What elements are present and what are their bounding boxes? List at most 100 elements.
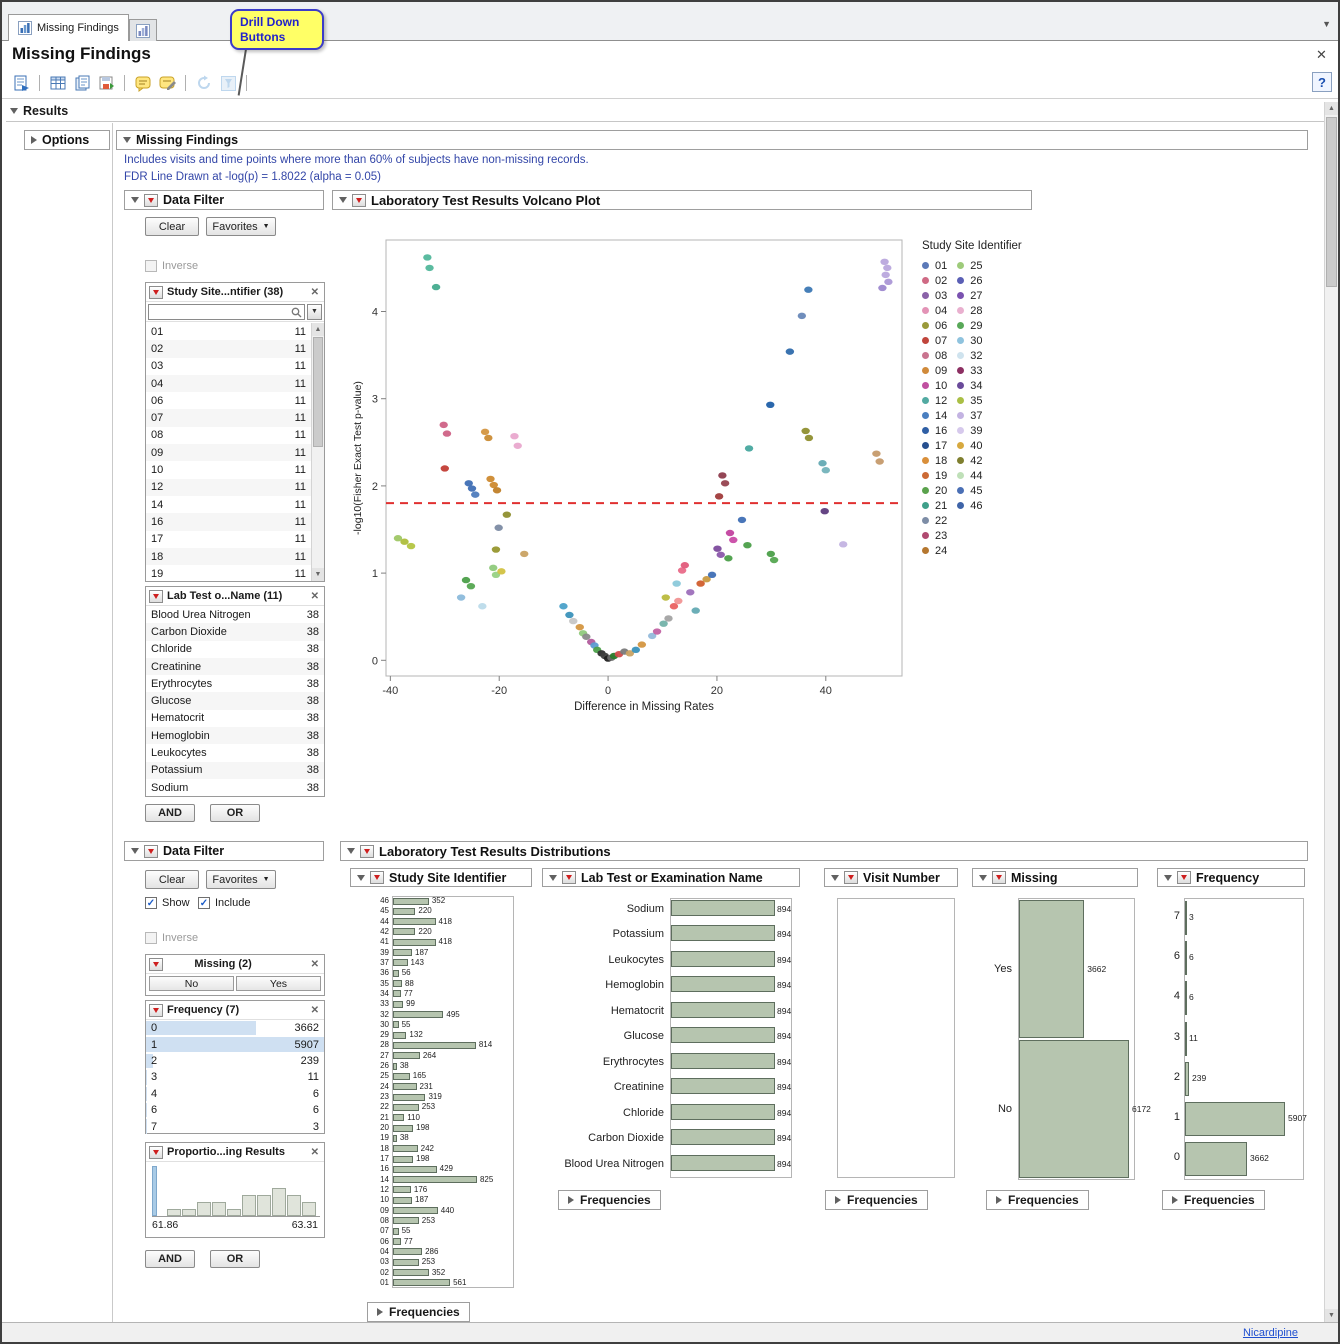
histogram-bar[interactable]: [242, 1195, 256, 1216]
histogram-bar[interactable]: [212, 1202, 226, 1216]
bar[interactable]: [393, 1052, 420, 1059]
disclosure-closed-icon[interactable]: [835, 1196, 841, 1204]
data-point[interactable]: [798, 313, 806, 319]
data-point[interactable]: [880, 259, 888, 265]
drill-down-refresh-icon[interactable]: [195, 74, 213, 92]
bar[interactable]: [393, 1021, 399, 1028]
site-list-scrollbar[interactable]: ▲ ▼: [311, 323, 324, 581]
menu-icon[interactable]: [1177, 871, 1191, 884]
data-point[interactable]: [441, 465, 449, 471]
favorites-dropdown[interactable]: Favorites ▼: [206, 870, 276, 889]
bar[interactable]: [393, 1207, 438, 1214]
and-button[interactable]: AND: [145, 1250, 195, 1268]
bar[interactable]: [671, 900, 775, 916]
histogram-bar[interactable]: [302, 1202, 316, 1216]
journal-icon[interactable]: [73, 74, 91, 92]
legend-entry[interactable]: 37: [957, 408, 982, 423]
data-point[interactable]: [486, 476, 494, 482]
legend-entry[interactable]: 34: [957, 378, 982, 393]
data-point[interactable]: [514, 443, 522, 449]
bar[interactable]: [671, 1078, 775, 1094]
legend-entry[interactable]: 24: [922, 543, 947, 558]
window-scrollbar[interactable]: ▲ ▼: [1324, 102, 1338, 1322]
legend-entry[interactable]: 33: [957, 363, 982, 378]
bar[interactable]: [1185, 981, 1187, 1015]
legend-entry[interactable]: 26: [957, 273, 982, 288]
legend-entry[interactable]: 35: [957, 393, 982, 408]
dist-site-header[interactable]: Study Site Identifier: [350, 868, 532, 887]
disclosure-open-icon[interactable]: [357, 875, 365, 881]
bar[interactable]: [1185, 1022, 1187, 1056]
data-point[interactable]: [770, 557, 778, 563]
data-point[interactable]: [467, 583, 475, 589]
data-point[interactable]: [721, 480, 729, 486]
bar[interactable]: [393, 1001, 403, 1008]
legend-entry[interactable]: 29: [957, 318, 982, 333]
filter-list-row[interactable]: Hemoglobin38: [146, 727, 324, 744]
site-search-input[interactable]: [148, 304, 305, 320]
results-outline-header[interactable]: Results: [6, 101, 1326, 122]
search-options-dropdown[interactable]: ▼: [307, 304, 322, 320]
close-icon[interactable]: ✕: [1316, 47, 1327, 63]
disclosure-open-icon[interactable]: [131, 848, 139, 854]
legend-entry[interactable]: 04: [922, 303, 947, 318]
bar[interactable]: [393, 990, 401, 997]
legend-entry[interactable]: 21: [922, 498, 947, 513]
proportion-histogram[interactable]: [152, 1165, 320, 1217]
note-icon[interactable]: [134, 74, 152, 92]
include-checkbox[interactable]: [198, 897, 210, 909]
data-point[interactable]: [726, 530, 734, 536]
menu-icon[interactable]: [370, 871, 384, 884]
data-point[interactable]: [664, 615, 672, 621]
data-point[interactable]: [423, 254, 431, 260]
data-point[interactable]: [767, 551, 775, 557]
legend-entry[interactable]: 16: [922, 423, 947, 438]
data-point[interactable]: [839, 541, 847, 547]
filter-list-row[interactable]: Potassium38: [146, 762, 324, 779]
menu-icon[interactable]: [149, 958, 163, 971]
lab-distribution-chart[interactable]: Sodium894Potassium894Leukocytes894Hemogl…: [558, 898, 794, 1180]
filter-list-row[interactable]: 66: [146, 1102, 324, 1118]
legend-entry[interactable]: 10: [922, 378, 947, 393]
data-point[interactable]: [484, 435, 492, 441]
data-point[interactable]: [672, 580, 680, 586]
filter-list-row[interactable]: 0811: [146, 427, 311, 444]
bar[interactable]: [393, 1042, 476, 1049]
inverse-checkbox[interactable]: [145, 932, 157, 944]
filter-list-row[interactable]: 15907: [146, 1036, 324, 1052]
data-point[interactable]: [432, 284, 440, 290]
bar[interactable]: [393, 1094, 425, 1101]
scroll-up-icon[interactable]: ▲: [1325, 102, 1338, 115]
histogram-bar[interactable]: [167, 1209, 181, 1216]
data-point[interactable]: [801, 428, 809, 434]
bar[interactable]: [393, 949, 412, 956]
data-point[interactable]: [462, 577, 470, 583]
menu-icon[interactable]: [144, 194, 158, 207]
data-point[interactable]: [805, 435, 813, 441]
data-point[interactable]: [659, 620, 667, 626]
filter-list-row[interactable]: Blood Urea Nitrogen38: [146, 606, 324, 623]
bar[interactable]: [393, 1176, 477, 1183]
bar[interactable]: [393, 908, 415, 915]
bar[interactable]: [393, 1104, 419, 1111]
disclosure-closed-icon[interactable]: [31, 136, 37, 144]
data-point[interactable]: [559, 603, 567, 609]
menu-icon[interactable]: [149, 590, 163, 603]
remove-filter-icon[interactable]: ✕: [311, 1147, 321, 1158]
data-point[interactable]: [471, 491, 479, 497]
volcano-plot-header[interactable]: Laboratory Test Results Volcano Plot: [332, 190, 1032, 210]
scroll-down-icon[interactable]: ▼: [312, 568, 324, 581]
bar[interactable]: [671, 1155, 775, 1171]
disclosure-closed-icon[interactable]: [568, 1196, 574, 1204]
data-point[interactable]: [883, 265, 891, 271]
bar[interactable]: [393, 980, 402, 987]
show-checkbox-row[interactable]: Show: [145, 897, 190, 909]
disclosure-closed-icon[interactable]: [377, 1308, 383, 1316]
histogram-bar[interactable]: [257, 1195, 271, 1216]
menu-icon[interactable]: [149, 1004, 163, 1017]
site-frequencies-toggle[interactable]: Frequencies: [367, 1302, 470, 1322]
bar[interactable]: [393, 1156, 413, 1163]
legend-entry[interactable]: 22: [922, 513, 947, 528]
data-filter-1-header[interactable]: Data Filter: [124, 190, 324, 210]
bar[interactable]: [393, 1125, 413, 1132]
